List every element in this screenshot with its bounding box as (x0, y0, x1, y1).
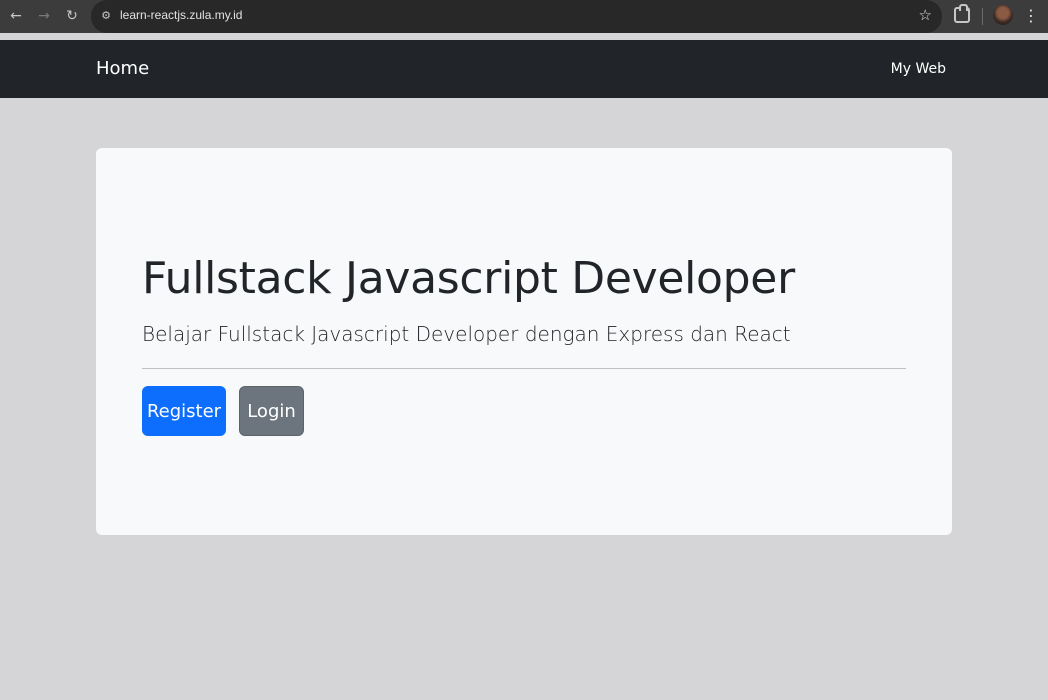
back-button[interactable]: ← (5, 5, 27, 27)
reload-icon: ↻ (66, 8, 78, 24)
address-bar[interactable]: ⚙ learn-reactjs.zula.my.id ☆ (91, 0, 942, 33)
register-button[interactable]: Register (142, 386, 226, 436)
profile-avatar[interactable] (993, 5, 1013, 25)
site-info-icon[interactable]: ⚙ (99, 9, 113, 23)
page-subtitle: Belajar Fullstack Javascript Developer d… (142, 322, 791, 346)
navbar-brand-home[interactable]: Home (96, 58, 149, 79)
reload-button[interactable]: ↻ (61, 5, 83, 27)
kebab-menu-icon[interactable]: ⋮ (1022, 6, 1040, 26)
puzzle-icon[interactable] (954, 4, 970, 23)
browser-toolbar: ← → ↻ ⚙ learn-reactjs.zula.my.id ☆ ⋮ (0, 0, 1048, 33)
forward-button[interactable]: → (33, 5, 55, 27)
divider (142, 368, 906, 369)
navbar: Home My Web (0, 40, 1048, 98)
star-icon[interactable]: ☆ (919, 6, 932, 24)
arrow-left-icon: ← (10, 8, 22, 24)
toolbar-divider (982, 8, 983, 25)
nav-link-my-web[interactable]: My Web (891, 61, 946, 77)
url-text[interactable]: learn-reactjs.zula.my.id (120, 8, 242, 22)
arrow-right-icon: → (38, 8, 50, 24)
hero-card: Fullstack Javascript Developer Belajar F… (96, 148, 952, 535)
login-button[interactable]: Login (239, 386, 304, 436)
page-title: Fullstack Javascript Developer (142, 253, 795, 304)
